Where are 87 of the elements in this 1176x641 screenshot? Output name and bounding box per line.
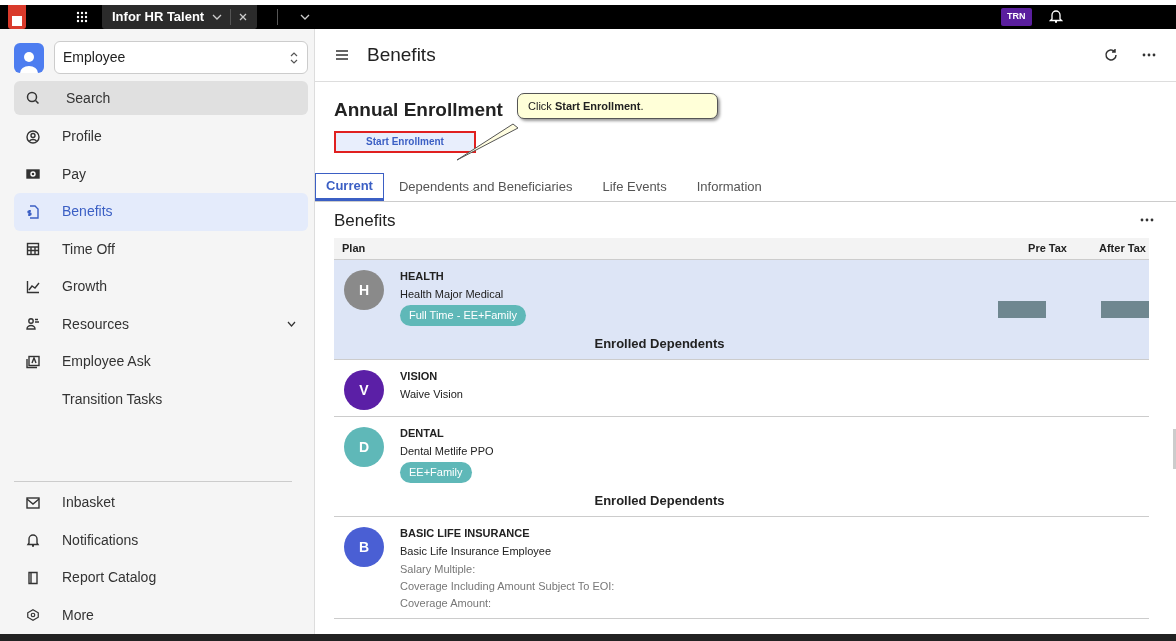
- nav-item[interactable]: Report Catalog: [14, 559, 308, 597]
- nav-item[interactable]: Pay: [14, 155, 308, 193]
- plan-name: VISION: [400, 369, 439, 384]
- nav-item[interactable]: Employee Ask: [14, 343, 308, 381]
- redacted-value: [1101, 301, 1149, 318]
- role-select[interactable]: Employee: [54, 41, 308, 74]
- plan-title: Dental Metlife PPO: [400, 444, 495, 459]
- column-header: Plan: [341, 241, 367, 257]
- calendar-icon: [26, 242, 40, 257]
- more-icon[interactable]: [1142, 53, 1156, 57]
- nav-label: Notifications: [62, 530, 140, 550]
- search-field[interactable]: Search: [14, 81, 308, 115]
- coverage-tag: Full Time - EE+Family: [400, 305, 526, 326]
- tab[interactable]: Information: [686, 172, 772, 201]
- app-tab-title: Infor HR Talent: [112, 8, 205, 27]
- nav-item[interactable]: Notifications: [14, 521, 308, 559]
- plan-title: Health Major Medical: [400, 287, 505, 302]
- page-title: Benefits: [367, 42, 436, 67]
- settings-icon: [26, 608, 40, 623]
- chat-icon: [26, 354, 40, 369]
- chevron-icon[interactable]: [287, 321, 296, 328]
- coverage-tag: EE+Family: [400, 462, 472, 483]
- instruction-callout: Click Start Enrollment.: [517, 93, 718, 119]
- more-icon[interactable]: [1140, 218, 1154, 223]
- bell-icon: [26, 533, 40, 548]
- nav-label: Time Off: [62, 239, 116, 259]
- nav-item[interactable]: Benefits: [14, 193, 308, 231]
- nav-label: Report Catalog: [62, 568, 158, 588]
- nav-item[interactable]: Resources: [14, 305, 308, 343]
- plan-name: DENTAL: [400, 426, 445, 441]
- book-icon: [26, 570, 40, 585]
- plan-avatar: D: [344, 427, 384, 467]
- app-tab[interactable]: Infor HR Talent: [102, 5, 258, 29]
- plan-row[interactable]: H HEALTH Health Major Medical Full Time - EE+Family Enrolled Dependents: [334, 260, 1149, 360]
- subsection-title: Enrolled Dependents: [594, 334, 725, 353]
- tab[interactable]: Life Events: [592, 172, 677, 201]
- menu-icon[interactable]: [335, 49, 349, 61]
- plan-avatar: H: [344, 270, 384, 310]
- nav-item[interactable]: More: [14, 596, 308, 634]
- plan-title: Waive Vision: [400, 387, 464, 402]
- environment-badge: TRN: [1001, 8, 1032, 26]
- close-icon[interactable]: [239, 13, 248, 21]
- section-title: Annual Enrollment: [334, 98, 503, 122]
- chart-icon: [26, 279, 40, 294]
- chevron-down-icon[interactable]: [212, 14, 223, 20]
- tab[interactable]: Current: [315, 172, 384, 201]
- people-icon: [26, 317, 40, 332]
- nav-label: Pay: [62, 164, 88, 184]
- nav-label: More: [62, 605, 95, 625]
- nav-item[interactable]: Time Off: [14, 230, 308, 268]
- app-grid-icon[interactable]: [76, 11, 88, 23]
- user-avatar-icon: [14, 42, 44, 73]
- nav-label: Growth: [62, 277, 109, 297]
- nav-item[interactable]: Transition Tasks: [14, 380, 308, 418]
- nav-label: Transition Tasks: [62, 389, 164, 409]
- nav-label: Profile: [62, 127, 103, 147]
- scrollbar-thumb[interactable]: [1173, 429, 1176, 469]
- nav-item[interactable]: Growth: [14, 268, 308, 306]
- plan-avatar: V: [344, 370, 384, 410]
- nav-label: Benefits: [62, 202, 114, 222]
- nav-label: Inbasket: [62, 493, 116, 513]
- subsection-title: Enrolled Dependents: [594, 491, 725, 510]
- plan-name: BASIC LIFE INSURANCE: [400, 526, 531, 541]
- mail-icon: [26, 496, 40, 509]
- column-header: Pre Tax: [1027, 241, 1068, 257]
- plan-title: Basic Life Insurance Employee: [400, 544, 553, 559]
- detail-label: Coverage Amount:: [400, 596, 493, 611]
- plan-name: HEALTH: [400, 269, 445, 284]
- column-header: After Tax: [1099, 241, 1147, 257]
- chevron-down-icon[interactable]: [300, 14, 311, 20]
- bell-icon[interactable]: [1049, 8, 1063, 24]
- start-enrollment-button[interactable]: Start Enrollment: [334, 130, 476, 153]
- detail-label: Salary Multiple:: [400, 562, 477, 577]
- refresh-icon[interactable]: [1104, 48, 1118, 62]
- document-dollar-icon: [26, 204, 40, 219]
- nav-item[interactable]: Profile: [14, 118, 308, 156]
- detail-label: Coverage Including Amount Subject To EOI:: [400, 579, 616, 594]
- tab[interactable]: Dependents and Beneficiaries: [388, 172, 583, 201]
- nav-item[interactable]: Inbasket: [14, 484, 308, 522]
- banknote-icon: [26, 169, 40, 180]
- plan-avatar: B: [344, 527, 384, 567]
- nav-label: Resources: [62, 314, 130, 334]
- search-icon: [26, 91, 40, 105]
- up-down-chevron-icon: [289, 50, 299, 65]
- user-circle-icon: [26, 129, 40, 144]
- card-title: Benefits: [334, 209, 396, 232]
- nav-label: Employee Ask: [62, 352, 152, 372]
